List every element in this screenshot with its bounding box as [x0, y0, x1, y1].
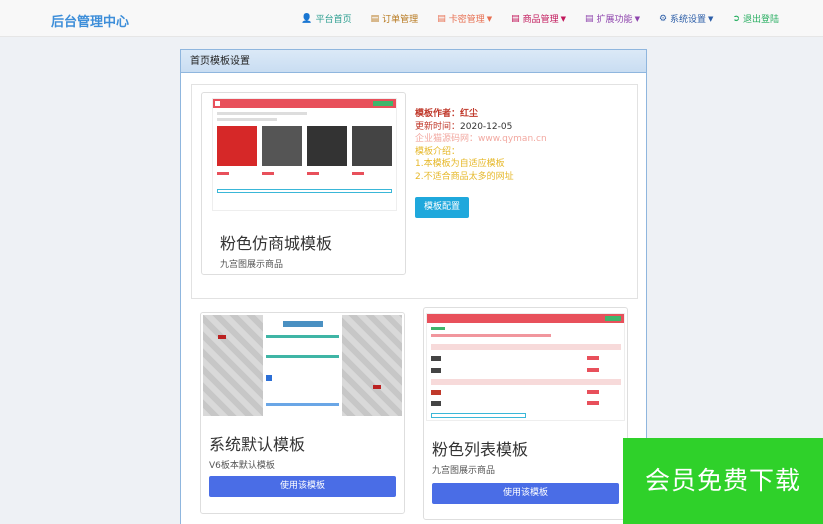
- use-template-button[interactable]: 使用该模板: [209, 476, 396, 497]
- list-icon: ▤: [370, 13, 380, 24]
- author-value: 红尘: [460, 109, 479, 119]
- author-line: 模板作者：红尘: [415, 108, 615, 121]
- template-name: 系统默认模板: [209, 435, 306, 454]
- template-config-button[interactable]: 模板配置: [415, 197, 469, 218]
- current-template-section: 粉色仿商城模板 九宫图展示商品 模板作者：红尘 更新时间：2020-12-05 …: [191, 84, 638, 299]
- brand-title[interactable]: 后台管理中心: [51, 11, 129, 30]
- updated-label: 更新时间：: [415, 121, 461, 132]
- template-settings-panel: 首页模板设置 粉色仿商城模板 九宫图展示商品 模板作者：红尘 更新时间：2020…: [180, 49, 647, 524]
- chevron-down-icon: ▼: [560, 14, 567, 23]
- nav-products[interactable]: ▤ 商品管理 ▼: [511, 12, 567, 26]
- gear-icon: ⚙: [658, 13, 668, 24]
- watermark-banner: 会员免费下载: [623, 438, 823, 524]
- nav-label: 卡密管理: [448, 15, 485, 25]
- nav-label: 退出登陆: [742, 15, 779, 25]
- intro-line-2: 2.不适合商品太多的网址: [415, 171, 514, 182]
- template-name: 粉色仿商城模板: [220, 234, 333, 253]
- intro-label: 模板介绍：: [415, 146, 461, 157]
- nav-label: 系统设置: [670, 15, 707, 25]
- template-card-pink-list[interactable]: 粉色列表模板 九宫图展示商品 使用该模板: [423, 307, 628, 520]
- list-icon: ▤: [437, 13, 446, 24]
- nav-home[interactable]: 👤 平台首页: [301, 12, 352, 26]
- author-label: 模板作者：: [415, 109, 461, 119]
- template-preview-image: [203, 315, 402, 416]
- site-line: 企业猫源码网：www.qyman.cn: [415, 134, 547, 144]
- template-description: 九宫图展示商品: [220, 260, 284, 270]
- template-info: 模板作者：红尘 更新时间：2020-12-05 企业猫源码网：www.qyman…: [415, 108, 615, 183]
- panel-title: 首页模板设置: [181, 50, 646, 73]
- nav-label: 平台首页: [315, 15, 352, 25]
- template-card-default[interactable]: 系统默认模板 V6板本默认模板 使用该模板: [200, 312, 405, 514]
- list-icon: ▤: [585, 13, 594, 24]
- nav-label: 商品管理: [522, 15, 559, 25]
- updated-line: 更新时间：2020-12-05: [415, 121, 615, 134]
- nav-cards[interactable]: ▤ 卡密管理 ▼: [437, 12, 493, 26]
- template-preview-image: [212, 98, 397, 211]
- nav-label: 订单管理: [382, 15, 419, 25]
- chevron-down-icon: ▼: [634, 14, 640, 23]
- template-card-pink-mall[interactable]: 粉色仿商城模板 九宫图展示商品: [201, 92, 406, 275]
- updated-value: 2020-12-05: [460, 121, 513, 132]
- chevron-down-icon: ▼: [708, 14, 714, 23]
- top-navbar: 后台管理中心 👤 平台首页 ▤ 订单管理 ▤ 卡密管理 ▼ ▤ 商品管理 ▼ ▤…: [0, 0, 823, 37]
- nav-orders[interactable]: ▤ 订单管理: [370, 12, 419, 26]
- nav-logout[interactable]: ➲ 退出登陆: [732, 12, 779, 26]
- template-description: 九宫图展示商品: [432, 466, 496, 476]
- nav-settings[interactable]: ⚙ 系统设置 ▼: [658, 12, 714, 26]
- nav-label: 扩展功能: [596, 15, 633, 25]
- user-icon: 👤: [301, 13, 313, 24]
- list-icon: ▤: [511, 13, 520, 24]
- use-template-button[interactable]: 使用该模板: [432, 483, 619, 504]
- template-preview-image: [426, 313, 625, 421]
- intro-line-1: 1.本模板为自适应模板: [415, 159, 505, 169]
- main-nav: 👤 平台首页 ▤ 订单管理 ▤ 卡密管理 ▼ ▤ 商品管理 ▼ ▤ 扩展功能 ▼…: [301, 0, 823, 37]
- nav-extensions[interactable]: ▤ 扩展功能 ▼: [585, 12, 640, 26]
- chevron-down-icon: ▼: [486, 14, 493, 23]
- logout-icon: ➲: [732, 13, 740, 24]
- template-name: 粉色列表模板: [432, 440, 529, 459]
- template-description: V6板本默认模板: [209, 461, 275, 471]
